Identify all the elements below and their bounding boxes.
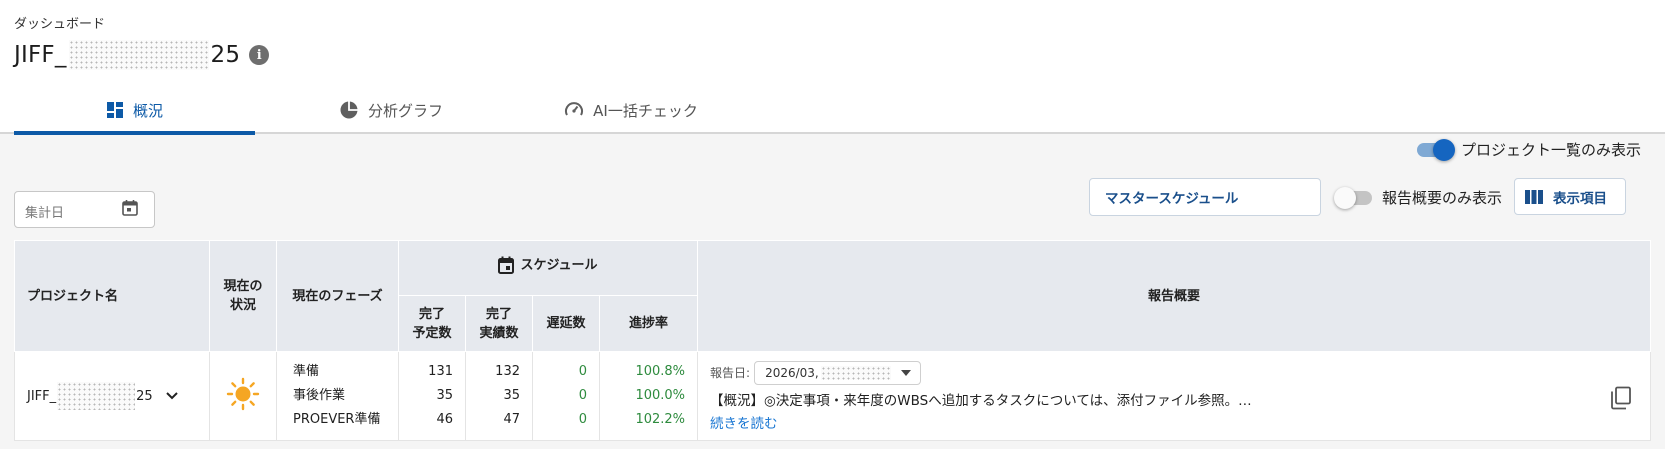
dashboard-icon <box>106 102 123 118</box>
page-header: ダッシュボード JIFF_ 25 i 概況 分析グラフ AI一括チェック <box>0 0 1665 135</box>
master-schedule-button[interactable]: マスタースケジュール <box>1089 178 1321 216</box>
planned-value: 46 <box>436 412 453 427</box>
progress-value: 100.8% <box>635 364 686 379</box>
page-title-prefix: JIFF_ <box>14 42 67 68</box>
phase-name: 準備 <box>293 364 320 379</box>
actual-value: 35 <box>503 388 520 403</box>
progress-value: 102.2% <box>635 412 686 427</box>
col-header-schedule-group: スケジュール <box>397 240 699 296</box>
info-icon[interactable]: i <box>249 45 270 65</box>
phase-name: 事後作業 <box>293 388 346 403</box>
col-header-delay[interactable]: 遅延数 <box>532 295 600 352</box>
status-cell <box>209 351 277 441</box>
col-header-actual-line1: 完了 <box>485 306 512 322</box>
sun-icon <box>226 377 260 411</box>
project-name-prefix: JIFF_ <box>27 388 57 404</box>
project-cell: JIFF_ 25 <box>14 351 210 441</box>
report-cell: 報告日: 2026/03, 【概況】◎決定事項・来年度のWBSへ追加するタスクに… <box>697 351 1652 441</box>
actual-value: 132 <box>495 364 520 379</box>
pie-chart-icon <box>340 101 358 119</box>
calendar-icon[interactable] <box>122 199 138 217</box>
page-title: JIFF_ 25 i <box>14 40 270 70</box>
chevron-down-icon[interactable] <box>165 391 179 401</box>
table-row: JIFF_ 25 準備 事後作業 PROEVER準備 131 35 46 132… <box>14 351 1652 441</box>
planned-value: 35 <box>436 388 453 403</box>
view-columns-icon <box>1525 189 1543 204</box>
delay-value: 0 <box>578 388 587 403</box>
project-name-suffix: 25 <box>136 388 153 404</box>
speedometer-icon <box>565 102 584 116</box>
col-header-progress[interactable]: 進捗率 <box>598 295 699 352</box>
report-date-label: 報告日: <box>710 366 751 380</box>
progress-cell: 100.8% 100.0% 102.2% <box>598 351 699 441</box>
calendar-icon <box>498 256 515 275</box>
display-columns-button[interactable]: 表示項目 <box>1514 178 1626 215</box>
tab-ai-check[interactable]: AI一括チェック <box>527 88 735 132</box>
tab-analysis-graph[interactable]: 分析グラフ <box>255 88 527 132</box>
col-header-planned-line2: 予定数 <box>412 325 452 341</box>
col-header-status-line2: 状況 <box>229 298 256 313</box>
col-header-status[interactable]: 現在の 状況 <box>209 240 277 352</box>
redacted-project-segment <box>57 382 136 410</box>
col-header-phase[interactable]: 現在のフェーズ <box>276 240 399 352</box>
breadcrumb[interactable]: ダッシュボード <box>14 13 105 32</box>
planned-value: 131 <box>428 364 453 379</box>
actual-value: 47 <box>503 412 520 427</box>
col-header-report[interactable]: 報告概要 <box>697 240 1652 352</box>
col-header-planned-line1: 完了 <box>418 306 445 322</box>
redacted-title-segment <box>68 40 209 70</box>
col-header-actual-line2: 実績数 <box>479 325 519 341</box>
col-header-actual[interactable]: 完了 実績数 <box>465 295 533 352</box>
phase-name: PROEVER準備 <box>293 412 381 427</box>
tab-analysis-graph-label: 分析グラフ <box>367 101 443 120</box>
master-schedule-label: マスタースケジュール <box>1105 191 1239 207</box>
tab-overview-label: 概況 <box>132 101 163 120</box>
col-header-status-line1: 現在の <box>223 279 263 294</box>
project-table: プロジェクト名 現在の 状況 現在のフェーズ スケジュール 報告概要 完了 予定… <box>14 240 1652 441</box>
report-date-value: 2026/03, <box>765 365 819 380</box>
planned-cell: 131 35 46 <box>398 351 466 441</box>
report-only-switch[interactable] <box>1334 186 1372 209</box>
copy-icon[interactable] <box>1610 386 1632 410</box>
phase-cell: 準備 事後作業 PROEVER準備 <box>276 351 399 441</box>
page-title-suffix: 25 <box>210 42 241 68</box>
delay-value: 0 <box>578 412 587 427</box>
delay-value: 0 <box>578 364 587 379</box>
tab-overview[interactable]: 概況 <box>14 88 255 135</box>
report-date-select[interactable]: 2026/03, <box>754 360 922 385</box>
project-only-switch[interactable] <box>1417 138 1455 161</box>
date-field[interactable]: 集計日 <box>14 191 155 228</box>
progress-value: 100.0% <box>635 388 686 403</box>
report-only-label: 報告概要のみ表示 <box>1382 189 1503 207</box>
caret-down-icon <box>900 369 911 376</box>
read-more-link[interactable]: 続きを読む <box>710 412 1650 432</box>
redacted-date-segment <box>820 365 891 380</box>
display-columns-label: 表示項目 <box>1553 190 1607 207</box>
actual-cell: 132 35 47 <box>465 351 533 441</box>
delay-cell: 0 0 0 <box>532 351 600 441</box>
report-only-toggle[interactable]: 報告概要のみ表示 <box>1334 186 1503 209</box>
col-header-schedule: スケジュール <box>520 257 598 273</box>
report-summary-text: 【概況】◎決定事項・来年度のWBSへ追加するタスクについては、添付ファイル参照。… <box>710 392 1252 409</box>
date-placeholder: 集計日 <box>25 206 65 221</box>
tab-ai-check-label: AI一括チェック <box>593 101 698 120</box>
project-only-label: プロジェクト一覧のみ表示 <box>1461 141 1642 159</box>
tab-bar: 概況 分析グラフ AI一括チェック <box>14 88 735 135</box>
col-header-project[interactable]: プロジェクト名 <box>14 240 210 352</box>
project-only-toggle[interactable]: プロジェクト一覧のみ表示 <box>1417 138 1642 161</box>
col-header-planned[interactable]: 完了 予定数 <box>398 295 466 352</box>
